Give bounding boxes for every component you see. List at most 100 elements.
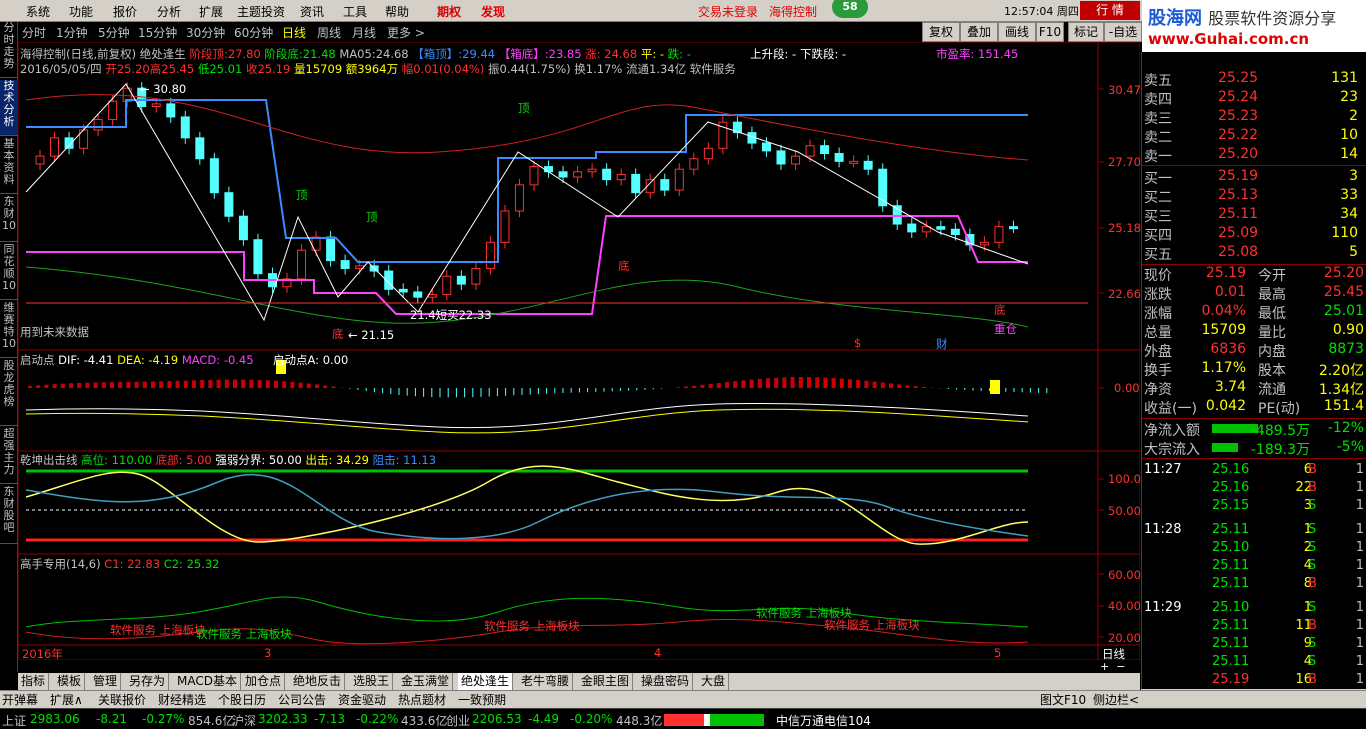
cy-label[interactable]: 创业 (446, 712, 470, 729)
sidebar-tab-fundamentals[interactable]: 基本资料 (0, 138, 18, 194)
period-60min[interactable]: 60分钟 (234, 24, 273, 41)
function-tab[interactable]: 扩展∧ (50, 691, 83, 709)
sell-price: 25.20 (1218, 146, 1259, 162)
quote-value: 8873 (1328, 341, 1364, 357)
orderbook-buy-row[interactable]: 买三 25.11 34 (1144, 206, 1366, 225)
sidebar-tab-main-force[interactable]: 超强主力 (0, 428, 18, 484)
chart-area[interactable]: 海得控制(日线,前复权) 绝处逢生 阶段顶:27.80 阶段底:21.48 MA… (18, 42, 1141, 661)
indicator-tab[interactable]: 模板 (54, 673, 86, 690)
indicator-tab[interactable]: 选股王 (350, 673, 394, 690)
menu-options[interactable]: 期权 (437, 3, 461, 20)
heavy-position-label: 重仓 (994, 322, 1017, 336)
menu-news[interactable]: 资讯 (300, 3, 324, 20)
buy-price: 25.11 (1218, 206, 1259, 222)
indicator-tab[interactable]: 加仓点 (242, 673, 286, 690)
menu-extend[interactable]: 扩展 (199, 3, 223, 20)
flow-divider (1142, 418, 1366, 419)
sidebar-tab-forum[interactable]: 东财股吧 (0, 486, 18, 544)
function-tab[interactable]: 关联报价 (98, 691, 146, 709)
sidebar-tab-ths[interactable]: 同花顺10 (0, 244, 18, 300)
macd-bar (101, 382, 106, 388)
qk-low: 底部: 5.00 (155, 453, 212, 467)
macd-bar (897, 384, 902, 388)
function-tab[interactable]: 财经精选 (158, 691, 206, 709)
macd-bar (331, 386, 336, 388)
orderbook-sell-row[interactable]: 卖五 25.25 131 (1144, 70, 1366, 89)
hangqing-button[interactable]: 行 情 (1080, 1, 1140, 20)
period-30min[interactable]: 30分钟 (186, 24, 225, 41)
sidebar-tab-wst[interactable]: 维赛特10 (0, 302, 18, 358)
function-tab[interactable]: 开弹幕 (2, 691, 38, 709)
fuquan-button[interactable]: 复权 (922, 22, 960, 42)
draw-button[interactable]: 画线 (998, 22, 1036, 42)
orderbook-buy-row[interactable]: 买一 25.19 3 (1144, 168, 1366, 187)
sell-level-label: 卖五 (1144, 73, 1172, 89)
period-5min[interactable]: 5分钟 (98, 24, 130, 41)
buy-price: 25.09 (1218, 225, 1259, 241)
indicator-tab[interactable]: 金眼主图 (578, 673, 634, 690)
f10-button[interactable]: F10 (1036, 22, 1064, 42)
notification-badge[interactable]: 58 (832, 0, 868, 18)
watchlist-button[interactable]: -自选 (1104, 22, 1142, 42)
quote-label: 今开 (1258, 268, 1286, 284)
indicator-tab[interactable]: MACD基本 (174, 673, 241, 690)
function-tab[interactable]: 资金驱动 (338, 691, 386, 709)
function-tab[interactable]: 热点题材 (398, 691, 446, 709)
sidebar-tab-technical[interactable]: 技术分析 (0, 80, 18, 136)
orderbook-sell-row[interactable]: 卖一 25.20 14 (1144, 146, 1366, 165)
sh-label[interactable]: 上证 (2, 712, 26, 729)
menu-system[interactable]: 系统 (26, 3, 50, 20)
orderbook-sell-row[interactable]: 卖二 25.22 10 (1144, 127, 1366, 146)
menu-function[interactable]: 功能 (69, 3, 93, 20)
zoom-controls[interactable]: + − (1100, 660, 1140, 673)
orderbook-buy-row[interactable]: 买五 25.08 5 (1144, 244, 1366, 263)
indicator-tab[interactable]: 老牛弯腰 (518, 673, 574, 690)
menu-tools[interactable]: 工具 (343, 3, 367, 20)
function-tab[interactable]: 一致预期 (458, 691, 506, 709)
menu-analysis[interactable]: 分析 (157, 3, 181, 20)
sidebar-toggle-button[interactable]: 侧边栏< (1093, 691, 1139, 709)
period-daily[interactable]: 日线 (282, 24, 306, 41)
overlay-button[interactable]: 叠加 (960, 22, 998, 42)
login-status[interactable]: 交易未登录 (698, 3, 758, 20)
indicator-tab[interactable]: 大盘 (698, 673, 730, 690)
orderbook-sell-row[interactable]: 卖三 25.23 2 (1144, 108, 1366, 127)
sidebar-tab-eastmoney[interactable]: 东财10 (0, 196, 18, 242)
period-intraday[interactable]: 分时 (22, 24, 46, 41)
function-tab[interactable]: 个股日历 (218, 691, 266, 709)
flow-value: -189.3万 (1250, 442, 1310, 458)
function-tab[interactable]: 公司公告 (278, 691, 326, 709)
orderbook-buy-row[interactable]: 买四 25.09 110 (1144, 225, 1366, 244)
period-more[interactable]: 更多 > (387, 24, 425, 41)
menu-discover[interactable]: 发现 (481, 3, 505, 20)
indicator-tab[interactable]: 管理 (90, 673, 122, 690)
menu-theme[interactable]: 主题投资 (237, 3, 285, 20)
indicator-tab[interactable]: 金玉满堂 (398, 673, 454, 690)
period-weekly[interactable]: 周线 (317, 24, 341, 41)
sidebar-tab-dragon[interactable]: 股龙虎榜 (0, 360, 18, 426)
orderbook-buy-row[interactable]: 买二 25.13 33 (1144, 187, 1366, 206)
macd-dif: DIF: -4.41 (58, 353, 114, 367)
indicator-tab[interactable]: 操盘密码 (638, 673, 694, 690)
menu-quote[interactable]: 报价 (113, 3, 137, 20)
menu-help[interactable]: 帮助 (385, 3, 409, 20)
period-15min[interactable]: 15分钟 (138, 24, 177, 41)
indicator-tab[interactable]: 绝地反击 (290, 673, 346, 690)
text-f10-button[interactable]: 图文F10 (1040, 691, 1086, 709)
buy-level-label: 买一 (1144, 171, 1172, 187)
sidebar-tab-intraday[interactable]: 分时走势 (0, 22, 18, 78)
candle-body (398, 288, 408, 293)
up-segment: 上升段: - (750, 47, 797, 61)
period-monthly[interactable]: 月线 (352, 24, 376, 41)
indicator-tab[interactable]: 另存为 (126, 673, 170, 690)
mark-button[interactable]: 标记 (1068, 22, 1104, 42)
indicator-tab[interactable]: 绝处逢生 (458, 673, 514, 690)
qk-y-100: 100.0 (1108, 472, 1141, 486)
period-1min[interactable]: 1分钟 (56, 24, 88, 41)
indicator-tab[interactable]: 指标 (18, 673, 50, 690)
hs-label[interactable]: 沪深 (232, 712, 256, 729)
macd-bar (69, 383, 73, 388)
bar-turnover: 换1.17% (574, 62, 623, 76)
orderbook-sell-row[interactable]: 卖四 25.24 23 (1144, 89, 1366, 108)
sell-level-label: 卖四 (1144, 92, 1172, 108)
